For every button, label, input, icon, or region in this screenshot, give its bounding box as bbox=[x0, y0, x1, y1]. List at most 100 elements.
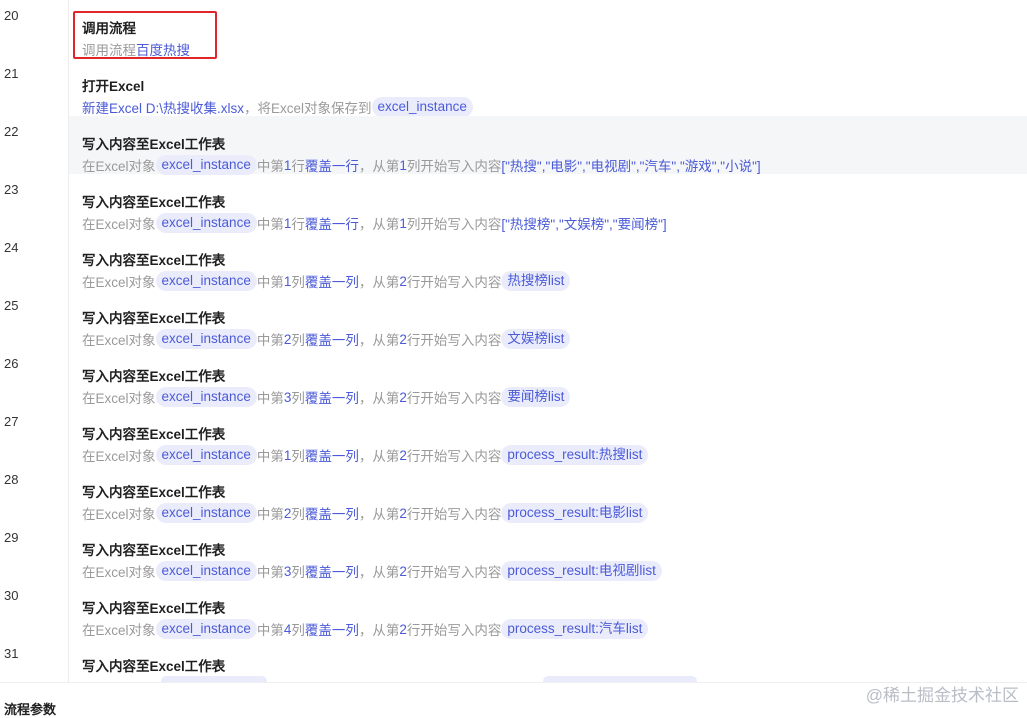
variable-pill[interactable]: process_result:汽车list bbox=[501, 619, 649, 639]
variable-pill[interactable]: 要闻榜list bbox=[501, 387, 571, 407]
param-link[interactable]: 4 bbox=[284, 622, 292, 637]
variable-pill[interactable]: process_result:电影list bbox=[501, 503, 649, 523]
desc-text: 行开始写入内容 bbox=[406, 565, 502, 580]
line-number: 24 bbox=[4, 240, 19, 255]
step-description: 在Excel对象 excel_instance 中第 1 行 覆盖一行 ，从第 1… bbox=[82, 154, 761, 176]
flow-step-row[interactable]: 写入内容至Excel工作表 在Excel对象 excel_instance 中第 … bbox=[69, 406, 1027, 465]
desc-text: 行 bbox=[291, 159, 305, 174]
param-link[interactable]: 2 bbox=[399, 506, 407, 521]
line-number: 30 bbox=[4, 588, 19, 603]
line-number-gutter: 20 21 22 23 24 25 26 27 28 29 30 31 bbox=[0, 0, 69, 682]
param-link[interactable]: 1 bbox=[284, 448, 292, 463]
param-link[interactable]: 3 bbox=[284, 564, 292, 579]
desc-text: 在Excel对象 bbox=[82, 623, 156, 638]
param-link[interactable]: 2 bbox=[284, 506, 292, 521]
desc-text: 列 bbox=[291, 391, 305, 406]
variable-pill[interactable]: excel_instance bbox=[371, 97, 473, 117]
flow-step-row[interactable]: 写入内容至Excel工作表 在Excel对象 excel_instance 中第 … bbox=[69, 464, 1027, 524]
flow-step-row[interactable]: 打开Excel 新建Excel D:\热搜收集.xlsx ，将Excel对象保存到 … bbox=[69, 58, 1027, 118]
variable-pill[interactable]: excel_instance bbox=[155, 213, 257, 233]
step-description: 在Excel对象 excel_instance 中第 3 列 覆盖一列 ，从第 2… bbox=[82, 560, 662, 582]
param-link[interactable]: 覆盖一列 bbox=[305, 561, 359, 581]
desc-text: 列 bbox=[291, 507, 305, 522]
param-link[interactable]: 2 bbox=[399, 274, 407, 289]
flow-step-row[interactable]: 写入内容至Excel工作表在Excel对象 excel_instance 中第 … bbox=[69, 522, 1027, 582]
param-link[interactable]: 覆盖一行 bbox=[305, 155, 359, 175]
flow-step-row[interactable]: 写入内容至Excel工作表 在Excel对象 excel_instance 中第 … bbox=[69, 174, 1027, 233]
variable-pill[interactable]: 文娱榜list bbox=[501, 329, 571, 349]
step-description: 在Excel对象 excel_instance 中第 3 列 覆盖一列 ，从第 2… bbox=[82, 386, 571, 408]
param-link[interactable]: 1 bbox=[284, 274, 292, 289]
param-link[interactable]: 覆盖一列 bbox=[305, 387, 359, 407]
variable-pill[interactable]: excel_instance bbox=[155, 445, 257, 465]
desc-text: ，从第 bbox=[358, 449, 400, 464]
variable-pill[interactable]: excel_instance bbox=[155, 387, 257, 407]
param-link[interactable]: 2 bbox=[284, 332, 292, 347]
line-number: 29 bbox=[4, 530, 19, 545]
desc-text: 在Excel对象 bbox=[82, 217, 156, 232]
line-number: 20 bbox=[4, 8, 19, 23]
step-description: 新建Excel D:\热搜收集.xlsx ，将Excel对象保存到 excel_i… bbox=[82, 96, 473, 118]
desc-text: 行开始写入内容 bbox=[406, 391, 502, 406]
line-number: 26 bbox=[4, 356, 19, 371]
step-description: 在Excel对象 excel_instance 中第 1 列 覆盖一列 ，从第 2… bbox=[82, 270, 571, 292]
desc-text: ，从第 bbox=[358, 275, 400, 290]
step-description: 在Excel对象 excel_instance 中第 2 列 覆盖一列 ，从第 2… bbox=[82, 502, 649, 524]
flow-step-row[interactable]: 写入内容至Excel工作表 在Excel对象 excel_instance 中第 … bbox=[69, 290, 1027, 349]
param-link[interactable]: 1 bbox=[284, 158, 292, 173]
desc-text: 行开始写入内容 bbox=[406, 507, 502, 522]
line-number: 22 bbox=[4, 124, 19, 139]
desc-text: 在Excel对象 bbox=[82, 333, 156, 348]
param-link[interactable]: 2 bbox=[399, 622, 407, 637]
param-link[interactable]: 3 bbox=[284, 390, 292, 405]
line-number: 31 bbox=[4, 646, 19, 661]
desc-text: 行开始写入内容 bbox=[406, 623, 502, 638]
desc-text: 列开始写入内容 bbox=[406, 159, 502, 174]
param-link[interactable]: ["热搜","电影","电视剧","汽车","游戏","小说"] bbox=[501, 155, 760, 175]
variable-pill[interactable]: process_result:热搜list bbox=[501, 445, 649, 465]
desc-text: ，将Excel对象保存到 bbox=[244, 101, 372, 116]
param-link[interactable]: 覆盖一行 bbox=[305, 213, 359, 233]
desc-text: ，从第 bbox=[358, 565, 400, 580]
variable-pill[interactable]: excel_instance bbox=[155, 329, 257, 349]
param-link[interactable]: 覆盖一列 bbox=[305, 445, 359, 465]
param-link[interactable]: 覆盖一列 bbox=[305, 619, 359, 639]
variable-pill[interactable]: excel_instance bbox=[155, 155, 257, 175]
variable-pill[interactable]: excel_instance bbox=[155, 503, 257, 523]
param-link[interactable]: 覆盖一列 bbox=[305, 329, 359, 349]
process-params-label[interactable]: 流程参数 bbox=[4, 699, 56, 718]
step-title: 写入内容至Excel工作表 bbox=[82, 543, 226, 558]
flow-step-row[interactable]: 写入内容至Excel工作表 在Excel对象 excel_instance 中第 … bbox=[69, 232, 1027, 292]
line-number: 21 bbox=[4, 66, 19, 81]
flow-step-row[interactable]: 写入内容至Excel工作表 在Excel对象 excel_instance 中第 … bbox=[69, 116, 1027, 176]
line-number: 28 bbox=[4, 472, 19, 487]
desc-text: ，从第 bbox=[358, 391, 400, 406]
variable-pill[interactable]: 热搜榜list bbox=[501, 271, 571, 291]
param-link[interactable]: 覆盖一列 bbox=[305, 503, 359, 523]
desc-text: 在Excel对象 bbox=[82, 565, 156, 580]
flow-step-row[interactable]: 写入内容至Excel工作表 在Excel对象 excel_instance 中第 … bbox=[69, 348, 1027, 408]
param-link[interactable]: 覆盖一列 bbox=[305, 271, 359, 291]
variable-pill[interactable]: process_result:电视剧list bbox=[501, 561, 662, 581]
line-number: 27 bbox=[4, 414, 19, 429]
param-link[interactable]: 1 bbox=[399, 216, 407, 231]
flow-step-row[interactable]: 写入内容至Excel工作表 在Excel对象 excel_instance 中第 … bbox=[69, 580, 1027, 639]
param-link[interactable]: 2 bbox=[399, 390, 407, 405]
desc-text: 行开始写入内容 bbox=[406, 333, 502, 348]
param-link[interactable]: ["热搜榜","文娱榜","要闻榜"] bbox=[501, 213, 666, 233]
param-link[interactable]: 2 bbox=[399, 332, 407, 347]
variable-pill[interactable]: excel_instance bbox=[155, 561, 257, 581]
desc-text: 中第 bbox=[256, 159, 284, 174]
param-link[interactable]: 1 bbox=[399, 158, 407, 173]
param-link[interactable]: 2 bbox=[399, 448, 407, 463]
watermark: @稀土掘金技术社区 bbox=[865, 686, 1019, 705]
desc-text: 中第 bbox=[256, 507, 284, 522]
param-link[interactable]: 新建Excel D:\热搜收集.xlsx bbox=[82, 97, 244, 117]
desc-text: 中第 bbox=[256, 449, 284, 464]
variable-pill[interactable]: excel_instance bbox=[155, 271, 257, 291]
param-link[interactable]: 1 bbox=[284, 216, 292, 231]
highlight-annotation-box bbox=[73, 11, 217, 59]
desc-text: ，从第 bbox=[358, 217, 400, 232]
variable-pill[interactable]: excel_instance bbox=[155, 619, 257, 639]
param-link[interactable]: 2 bbox=[399, 564, 407, 579]
